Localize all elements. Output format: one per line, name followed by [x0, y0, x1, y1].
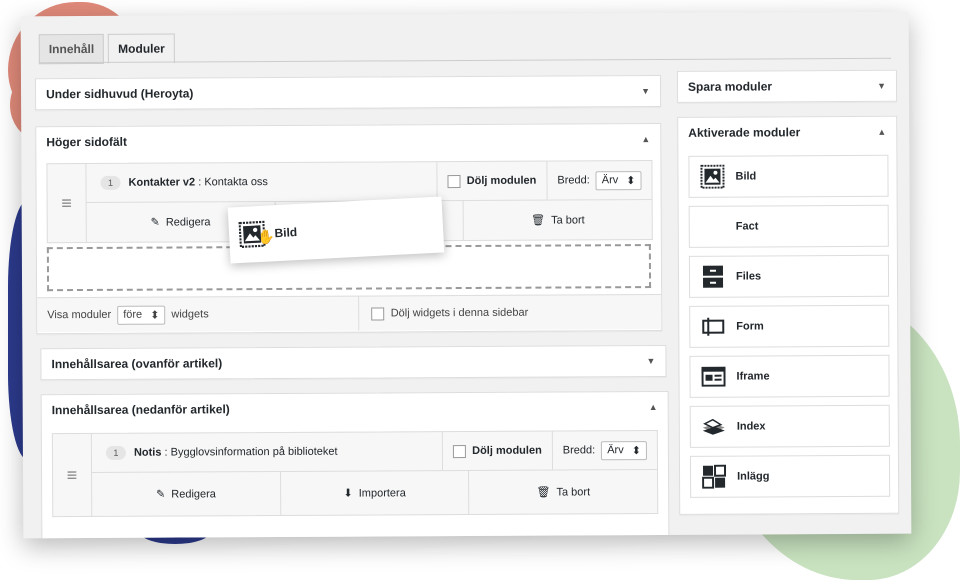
caret-up-icon[interactable]: ▲	[649, 402, 658, 412]
hide-module-toggle[interactable]: Dölj modulen	[442, 432, 552, 471]
hand-cursor-icon: ✋	[257, 228, 275, 246]
hide-widgets-toggle[interactable]: Dölj widgets i denna sidebar	[359, 296, 529, 331]
index-icon	[701, 414, 727, 440]
save-modules-box[interactable]: Spara moduler ▼	[677, 70, 897, 103]
tab-modules[interactable]: Moduler	[108, 34, 175, 64]
updown-icon: ⬍	[150, 308, 159, 321]
fact-icon	[700, 214, 726, 240]
caret-down-icon[interactable]: ▼	[647, 356, 656, 366]
module-order: 1	[106, 446, 126, 460]
pencil-icon: ✎	[151, 216, 160, 229]
download-icon: ⬇	[343, 487, 352, 500]
checkbox[interactable]	[453, 445, 466, 458]
updown-icon: ⬍	[632, 444, 641, 457]
width-select[interactable]: Ärv⬍	[601, 441, 647, 460]
modules-panel: Innehåll Moduler Under sidhuvud (Heroyta…	[21, 12, 912, 539]
module-item-index[interactable]: Index	[690, 405, 890, 448]
trash-icon: 🗑	[536, 486, 550, 499]
module-item-bild[interactable]: Bild	[688, 155, 888, 198]
module-notice: ≡ 1 Notis : Bygglovsinformation på bibli…	[52, 430, 658, 517]
module-item-files[interactable]: Files	[689, 255, 889, 298]
caret-up-icon[interactable]: ▲	[641, 134, 650, 144]
save-modules-title: Spara moduler	[688, 79, 772, 93]
module-order: 1	[100, 176, 120, 190]
active-modules-box: Aktiverade moduler ▲ Bild Fact Files Form…	[677, 116, 899, 515]
image-icon	[699, 164, 725, 190]
checkbox[interactable]	[372, 307, 385, 320]
tab-bar: Innehåll Moduler	[39, 34, 175, 65]
tab-content[interactable]: Innehåll	[39, 34, 104, 64]
module-item-label: Inlägg	[737, 470, 769, 482]
sidebar-options: Visa moduler före⬍ widgets Dölj widgets …	[37, 294, 661, 332]
widgets-label: widgets	[171, 308, 208, 320]
section-content-below: Innehållsarea (nedanför artikel) ▲ ≡ 1 No…	[41, 391, 670, 538]
section-content-above[interactable]: Innehållsarea (ovanför artikel) ▼	[40, 345, 666, 380]
files-icon	[700, 264, 726, 290]
module-item-iframe[interactable]: Iframe	[689, 355, 889, 398]
checkbox[interactable]	[448, 175, 461, 188]
section-title: Innehållsarea (nedanför artikel)	[52, 402, 230, 417]
drag-handle-icon[interactable]: ≡	[53, 434, 92, 516]
section-under-header[interactable]: Under sidhuvud (Heroyta) ▼	[35, 75, 661, 110]
section-title: Höger sidofält	[46, 135, 127, 149]
module-item-label: Files	[736, 270, 761, 282]
caret-up-icon[interactable]: ▲	[877, 127, 886, 137]
module-item-label: Bild	[735, 170, 756, 182]
updown-icon: ⬍	[626, 174, 635, 187]
active-modules-title: Aktiverade moduler	[688, 125, 800, 140]
width-control: Bredd:Ärv⬍	[552, 431, 657, 470]
module-item-label: Iframe	[737, 370, 770, 382]
posts-icon	[701, 464, 727, 490]
pencil-icon: ✎	[156, 488, 165, 501]
module-title: Notis : Bygglovsinformation på bibliotek…	[134, 445, 442, 459]
dragged-module-label: Bild	[274, 225, 297, 240]
dragged-module-card[interactable]: ✋ Bild	[228, 196, 445, 263]
drag-handle-icon[interactable]: ≡	[47, 164, 86, 242]
module-item-fact[interactable]: Fact	[689, 205, 889, 248]
caret-down-icon[interactable]: ▼	[641, 86, 650, 96]
caret-down-icon[interactable]: ▼	[877, 81, 886, 91]
section-title: Under sidhuvud (Heroyta)	[46, 86, 193, 101]
width-select[interactable]: Ärv⬍	[596, 171, 642, 190]
module-item-inlagg[interactable]: Inlägg	[690, 455, 890, 498]
import-button[interactable]: ⬇Importera	[281, 471, 470, 515]
show-modules-select[interactable]: före⬍	[117, 305, 165, 324]
module-item-label: Fact	[736, 220, 759, 232]
module-item-form[interactable]: Form	[689, 305, 889, 348]
iframe-icon	[700, 364, 726, 390]
delete-button[interactable]: 🗑Ta bort	[469, 470, 657, 514]
hide-module-toggle[interactable]: Dölj modulen	[437, 162, 547, 201]
show-modules-label: Visa moduler	[47, 309, 111, 321]
delete-button[interactable]: 🗑Ta bort	[464, 200, 652, 240]
width-control: Bredd:Ärv⬍	[546, 161, 651, 200]
edit-button[interactable]: ✎Redigera	[92, 472, 281, 516]
form-icon	[700, 314, 726, 340]
module-item-label: Index	[737, 420, 766, 432]
section-title: Innehållsarea (ovanför artikel)	[51, 356, 222, 371]
module-title: Kontakter v2 : Kontakta oss	[128, 175, 436, 189]
trash-icon: 🗑	[531, 214, 545, 227]
module-item-label: Form	[736, 320, 764, 332]
